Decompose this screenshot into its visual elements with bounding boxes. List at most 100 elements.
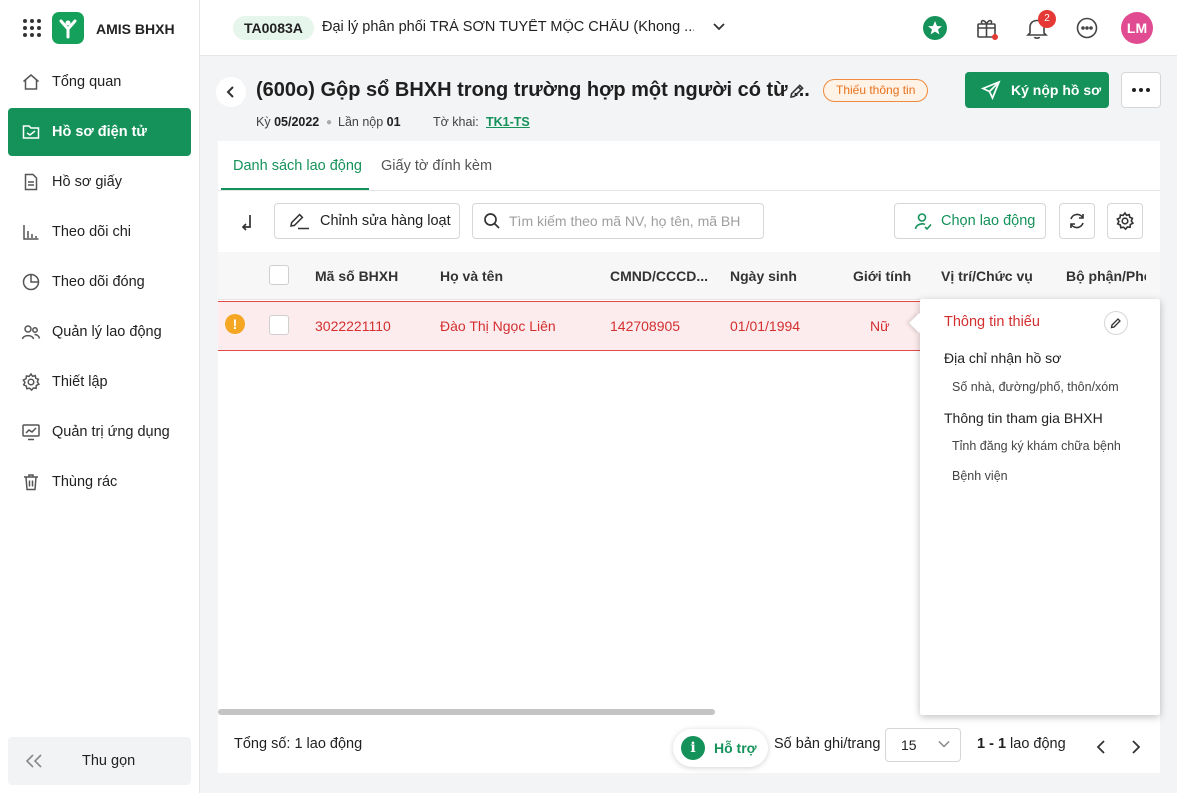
page-title: (600o) Gộp sổ BHXH trong trường hợp một … bbox=[256, 79, 810, 101]
star-badge-icon[interactable] bbox=[921, 14, 949, 42]
sidebar-item-app-admin[interactable]: Quản trị ứng dụng bbox=[8, 408, 191, 456]
send-icon bbox=[981, 80, 1001, 100]
sidebar-item-paper-records[interactable]: Hồ sơ giấy bbox=[8, 158, 191, 206]
collapse-label: Thu gọn bbox=[82, 753, 136, 769]
choose-worker-label: Chọn lao động bbox=[941, 213, 1036, 229]
back-button[interactable] bbox=[216, 77, 246, 107]
tab-workers[interactable]: Danh sách lao động bbox=[233, 158, 362, 174]
sidebar-item-label: Thùng rác bbox=[52, 474, 118, 490]
sidebar-item-settings[interactable]: Thiết lập bbox=[8, 358, 191, 406]
sidebar-item-label: Tổng quan bbox=[52, 74, 122, 90]
cell-id-no: 142708905 bbox=[610, 318, 681, 334]
cell-gender: Nữ bbox=[870, 318, 890, 334]
sidebar-item-overview[interactable]: Tổng quan bbox=[8, 58, 191, 106]
refresh-icon bbox=[1067, 211, 1087, 231]
sidebar-item-workforce[interactable]: Quản lý lao động bbox=[8, 308, 191, 356]
form-link[interactable]: TK1-TS bbox=[486, 115, 530, 129]
collapse-sidebar-button[interactable]: Thu gọn bbox=[8, 737, 191, 785]
sidebar-item-trash[interactable]: Thùng rác bbox=[8, 458, 191, 506]
per-page-value: 15 bbox=[901, 737, 917, 753]
popover-group-heading: Thông tin tham gia BHXH bbox=[944, 410, 1103, 426]
info-icon: i bbox=[681, 736, 705, 760]
chevron-right-icon bbox=[1132, 740, 1141, 754]
column-header-position[interactable]: Vị trí/Chức vụ bbox=[941, 268, 1033, 284]
sidebar-item-e-records[interactable]: Hồ sơ điện tử bbox=[8, 108, 191, 156]
bar-chart-icon bbox=[21, 222, 41, 242]
submit-label: Ký nộp hồ sơ bbox=[1011, 82, 1102, 98]
cell-dob: 01/01/1994 bbox=[730, 318, 801, 334]
cell-insurance-no: 3022221110 bbox=[315, 318, 391, 334]
popover-item: Số nhà, đường/phố, thôn/xóm bbox=[952, 380, 1119, 394]
bulk-edit-button[interactable]: Chỉnh sửa hàng loạt bbox=[274, 203, 460, 239]
search-input[interactable] bbox=[509, 213, 749, 229]
prev-page-button[interactable] bbox=[1089, 735, 1113, 759]
chevron-left-icon bbox=[1096, 740, 1105, 754]
more-dots-icon bbox=[1132, 88, 1150, 92]
sidebar-item-label: Hồ sơ giấy bbox=[52, 174, 122, 190]
avatar[interactable]: LM bbox=[1121, 12, 1153, 44]
edit-title-icon[interactable] bbox=[785, 79, 809, 103]
pie-chart-icon bbox=[21, 272, 41, 292]
more-circle-icon[interactable] bbox=[1073, 14, 1101, 42]
document-icon bbox=[21, 172, 41, 192]
popover-item: Bệnh viện bbox=[952, 469, 1008, 483]
sidebar-item-label: Theo dõi chi bbox=[52, 224, 131, 240]
sidebar-item-payout-tracking[interactable]: Theo dõi chi bbox=[8, 208, 191, 256]
org-code-badge: TA0083A bbox=[233, 16, 314, 40]
active-tab-indicator bbox=[221, 188, 369, 190]
sign-submit-button[interactable]: Ký nộp hồ sơ bbox=[965, 72, 1109, 108]
help-button[interactable]: i Hỗ trợ bbox=[673, 729, 768, 767]
sidebar-item-label: Thiết lập bbox=[52, 374, 108, 390]
table-settings-button[interactable] bbox=[1107, 203, 1143, 239]
sidebar-item-contribution-tracking[interactable]: Theo dõi đóng bbox=[8, 258, 191, 306]
row-checkbox[interactable] bbox=[269, 315, 289, 335]
chevron-down-icon[interactable] bbox=[712, 22, 726, 32]
tab-attachments[interactable]: Giấy tờ đính kèm bbox=[381, 158, 492, 174]
chevron-down-icon bbox=[938, 740, 950, 748]
users-icon bbox=[21, 322, 41, 342]
sort-icon[interactable] bbox=[234, 210, 260, 234]
search-icon bbox=[483, 212, 501, 230]
column-header-dob[interactable]: Ngày sinh bbox=[730, 268, 797, 284]
tab-divider bbox=[218, 190, 1160, 191]
popover-title: Thông tin thiếu bbox=[944, 314, 1040, 330]
meta-separator-dot: ● bbox=[326, 117, 333, 128]
gear-icon bbox=[21, 372, 41, 392]
column-header-gender[interactable]: Giới tính bbox=[853, 268, 911, 284]
page-range: 1 - 1 lao động bbox=[977, 736, 1066, 752]
next-page-button[interactable] bbox=[1124, 735, 1148, 759]
app-logo bbox=[52, 12, 84, 44]
org-selector[interactable]: Đại lý phân phối TRÀ SƠN TUYẾT MỘC CHÂU … bbox=[322, 19, 694, 35]
column-header-department[interactable]: Bộ phận/Phò bbox=[1066, 268, 1146, 284]
sidebar: AMIS BHXH Tổng quan Hồ sơ điện tử Hồ sơ … bbox=[0, 0, 200, 793]
popover-group-heading: Địa chỉ nhận hồ sơ bbox=[944, 350, 1062, 366]
app-launcher-icon[interactable] bbox=[22, 18, 42, 38]
popover-arrow-mask bbox=[920, 302, 940, 342]
sidebar-item-label: Theo dõi đóng bbox=[52, 274, 145, 290]
help-label: Hỗ trợ bbox=[714, 740, 757, 756]
refresh-button[interactable] bbox=[1059, 203, 1095, 239]
gift-icon[interactable] bbox=[973, 14, 1001, 42]
sidebar-item-label: Quản trị ứng dụng bbox=[52, 424, 170, 440]
sidebar-item-label: Hồ sơ điện tử bbox=[52, 124, 147, 140]
column-header-id-no[interactable]: CMND/CCCD... bbox=[610, 268, 708, 284]
popover-edit-button[interactable] bbox=[1104, 311, 1128, 335]
select-all-checkbox[interactable] bbox=[269, 265, 289, 285]
horizontal-scrollbar[interactable] bbox=[218, 709, 715, 715]
popover-item: Tỉnh đăng ký khám chữa bệnh bbox=[952, 439, 1121, 453]
period-info: Kỳ 05/2022 bbox=[256, 115, 320, 129]
column-header-full-name[interactable]: Họ và tên bbox=[440, 268, 503, 284]
sidebar-item-label: Quản lý lao động bbox=[52, 324, 162, 340]
status-badge: Thiếu thông tin bbox=[823, 79, 929, 102]
per-page-select[interactable]: 15 bbox=[885, 728, 961, 762]
trash-icon bbox=[21, 472, 41, 492]
pencil-list-icon bbox=[289, 211, 311, 231]
form-label: Tờ khai: bbox=[433, 115, 479, 129]
search-box[interactable] bbox=[472, 203, 764, 239]
choose-worker-button[interactable]: Chọn lao động bbox=[894, 203, 1046, 239]
column-header-insurance-no[interactable]: Mã số BHXH bbox=[315, 268, 398, 284]
double-chevron-left-icon bbox=[24, 753, 44, 769]
total-count: Tổng số: 1 lao động bbox=[234, 736, 363, 752]
more-actions-button[interactable] bbox=[1121, 72, 1161, 108]
warning-icon[interactable]: ! bbox=[225, 314, 245, 334]
